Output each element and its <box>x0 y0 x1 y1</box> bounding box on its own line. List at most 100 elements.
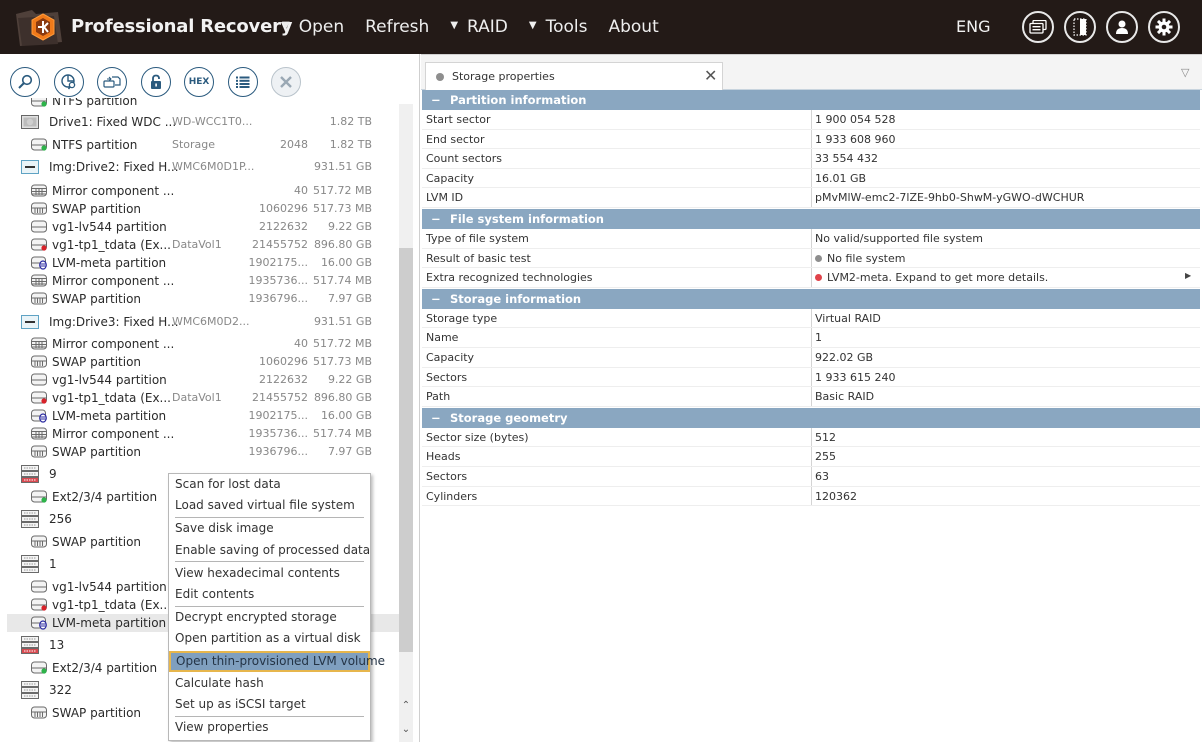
tree-partition-item[interactable]: Mirror component ... 40 517.72 MB <box>7 335 399 353</box>
tree-item-name: 1 <box>49 557 57 571</box>
tree-partition-item[interactable]: SWAP partition 1936796... 7.97 GB <box>7 290 399 308</box>
context-menu-item-load-saved-virtual-file-system[interactable]: Load saved virtual file system <box>169 495 370 515</box>
menu-open[interactable]: ▼ Open <box>282 17 344 37</box>
context-menu-item-calculate-hash[interactable]: Calculate hash <box>169 673 370 693</box>
tree-item-start-sector: 1935736... <box>248 427 308 440</box>
properties-button[interactable] <box>227 67 258 97</box>
search-files-button[interactable] <box>53 67 84 97</box>
tree-partition-item[interactable]: LVM-meta partition 1902175... 16.00 GB <box>7 254 399 272</box>
property-row[interactable]: Extra recognized technologies LVM2-meta. … <box>422 268 1200 288</box>
close-storage-button[interactable] <box>271 67 301 97</box>
tree-storage-item[interactable]: Img:Drive3: Fixed H... WMC6M0D2... 931.51 … <box>7 313 399 331</box>
tree-partition-item[interactable]: Mirror component ... 1935736... 517.74 MB <box>7 272 399 290</box>
tree-partition-item[interactable]: SWAP partition 1936796... 7.97 GB <box>7 443 399 461</box>
partition-recognized-icon <box>31 490 47 504</box>
tree-partition-item[interactable]: vg1-tp1_tdata (Ex... DataVol1 21455752 896.… <box>7 236 399 254</box>
decrypt-button[interactable] <box>140 67 171 97</box>
property-row: Name 1 <box>422 328 1200 348</box>
context-menu-item-scan-for-lost-data[interactable]: Scan for lost data <box>169 474 370 494</box>
property-value: 33 554 432 <box>815 152 878 166</box>
mirror-component-icon <box>31 337 47 351</box>
hard-drive-icon <box>21 115 39 129</box>
scan-button[interactable] <box>10 67 40 97</box>
save-image-button[interactable] <box>97 67 127 97</box>
context-menu-item-set-up-as-iscsi-target[interactable]: Set up as iSCSI target <box>169 694 370 714</box>
property-key: Sectors <box>426 370 468 384</box>
raid-array-icon <box>21 681 39 699</box>
user-icon <box>1116 20 1128 34</box>
scroll-up-arrow-icon[interactable]: ⌃ <box>399 698 413 714</box>
column-divider <box>811 188 812 207</box>
partition-damaged-icon <box>31 238 47 252</box>
tree-item-size: 517.73 MB <box>312 355 372 368</box>
context-menu-item-decrypt-encrypted-storage[interactable]: Decrypt encrypted storage <box>169 607 370 627</box>
tree-item-name: vg1-lv544 partition <box>52 373 167 387</box>
menu-raid[interactable]: ▼ RAID <box>450 17 508 37</box>
context-menu-item-edit-contents[interactable]: Edit contents <box>169 584 370 604</box>
context-menu-item-save-disk-image[interactable]: Save disk image <box>169 518 370 538</box>
expand-arrow-icon[interactable]: ▶ <box>1185 271 1191 280</box>
scroll-down-arrow-icon[interactable]: ⌄ <box>399 722 413 738</box>
settings-gear-icon <box>1155 18 1173 36</box>
collapse-icon[interactable]: − <box>431 289 441 309</box>
account-button[interactable] <box>1106 11 1138 43</box>
tab-close-icon[interactable]: ✕ <box>704 66 717 85</box>
collapse-icon[interactable]: − <box>431 408 441 428</box>
tree-item-name: vg1-tp1_tdata (Ex... <box>52 598 171 612</box>
tree-partition-item[interactable]: SWAP partition 1060296 517.73 MB <box>7 200 399 218</box>
tree-item-size: 517.72 MB <box>312 337 372 350</box>
section-title: Storage information <box>450 291 582 306</box>
menu-tools[interactable]: ▼ Tools <box>529 17 588 37</box>
tree-scrollbar[interactable]: ⌃ ⌄ <box>399 104 413 742</box>
tree-item-label: WMC6M0D2... <box>172 315 250 328</box>
tree-item-label: WMC6M0D1P... <box>172 160 255 173</box>
property-key: Cylinders <box>426 489 478 503</box>
context-menu-item-enable-saving-of-processed-data[interactable]: Enable saving of processed data <box>169 540 370 560</box>
tree-storage-item[interactable]: Img:Drive2: Fixed H... WMC6M0D1P... 931.51… <box>7 158 399 176</box>
property-row: LVM ID pMvMlW-emc2-7lZE-9hb0-ShwM-yGWO-dW… <box>422 188 1200 208</box>
hex-icon: HEX <box>188 77 210 87</box>
context-menu-item-view-properties[interactable]: View properties <box>169 717 370 737</box>
section-header-file-system-information[interactable]: − File system information <box>422 209 1200 229</box>
tree-item-size: 7.97 GB <box>327 292 372 305</box>
disk-image-drive-icon <box>21 160 39 174</box>
settings-button[interactable] <box>1148 11 1180 43</box>
section-header-storage-information[interactable]: − Storage information <box>422 288 1200 309</box>
panel-toggle-button[interactable] <box>1064 11 1096 43</box>
tree-partition-item[interactable]: NTFS partition <box>7 98 399 110</box>
tree-item-name: vg1-tp1_tdata (Ex... <box>52 391 171 405</box>
tree-partition-item[interactable]: SWAP partition 1060296 517.73 MB <box>7 353 399 371</box>
messages-button[interactable] <box>1022 11 1054 43</box>
property-row: Sector size (bytes) 512 <box>422 427 1200 448</box>
tree-partition-item[interactable]: NTFS partition Storage 2048 1.82 TB <box>7 136 399 154</box>
tree-item-label: Storage <box>172 138 216 151</box>
tree-partition-item[interactable]: Mirror component ... 40 517.72 MB <box>7 182 399 200</box>
context-menu-item-open-thin-provisioned-lvm-volume[interactable]: Open thin-provisioned LVM volume <box>169 650 385 672</box>
menu-about[interactable]: About <box>608 17 658 37</box>
swap-partition-icon <box>31 292 47 306</box>
menu-refresh[interactable]: Refresh <box>365 17 429 37</box>
section-header-partition-information[interactable]: − Partition information <box>422 90 1200 110</box>
tree-item-size: 7.97 GB <box>327 445 372 458</box>
tree-partition-item[interactable]: vg1-lv544 partition 2122632 9.22 GB <box>7 218 399 236</box>
tree-partition-item[interactable]: Mirror component ... 1935736... 517.74 MB <box>7 425 399 443</box>
collapse-icon[interactable]: − <box>431 90 441 110</box>
language-selector[interactable]: ENG <box>956 17 990 36</box>
tree-item-size: 9.22 GB <box>327 373 372 386</box>
scrollbar-thumb[interactable] <box>399 248 413 652</box>
collapse-icon[interactable]: − <box>431 209 441 229</box>
context-menu-item-open-partition-as-a-virtual-disk[interactable]: Open partition as a virtual disk <box>169 628 370 648</box>
tree-storage-item[interactable]: Drive1: Fixed WDC ... WD-WCC1T0... 1.82 TB <box>7 113 399 131</box>
hex-button[interactable]: HEX <box>184 67 214 97</box>
tab-list-dropdown-icon[interactable]: ▽ <box>1181 66 1189 79</box>
column-divider <box>811 308 812 328</box>
tree-partition-item[interactable]: vg1-tp1_tdata (Ex... DataVol1 21455752 896.… <box>7 389 399 407</box>
tree-partition-item[interactable]: vg1-lv544 partition 2122632 9.22 GB <box>7 371 399 389</box>
property-value: 1 933 615 240 <box>815 370 896 384</box>
pie-search-icon <box>60 74 75 90</box>
tab-storage-properties[interactable]: Storage properties ✕ <box>425 62 723 91</box>
section-header-storage-geometry[interactable]: − Storage geometry <box>422 407 1200 428</box>
tree-item-name: NTFS partition <box>52 98 138 108</box>
context-menu-item-view-hexadecimal-contents[interactable]: View hexadecimal contents <box>169 563 370 583</box>
tree-partition-item[interactable]: LVM-meta partition 1902175... 16.00 GB <box>7 407 399 425</box>
